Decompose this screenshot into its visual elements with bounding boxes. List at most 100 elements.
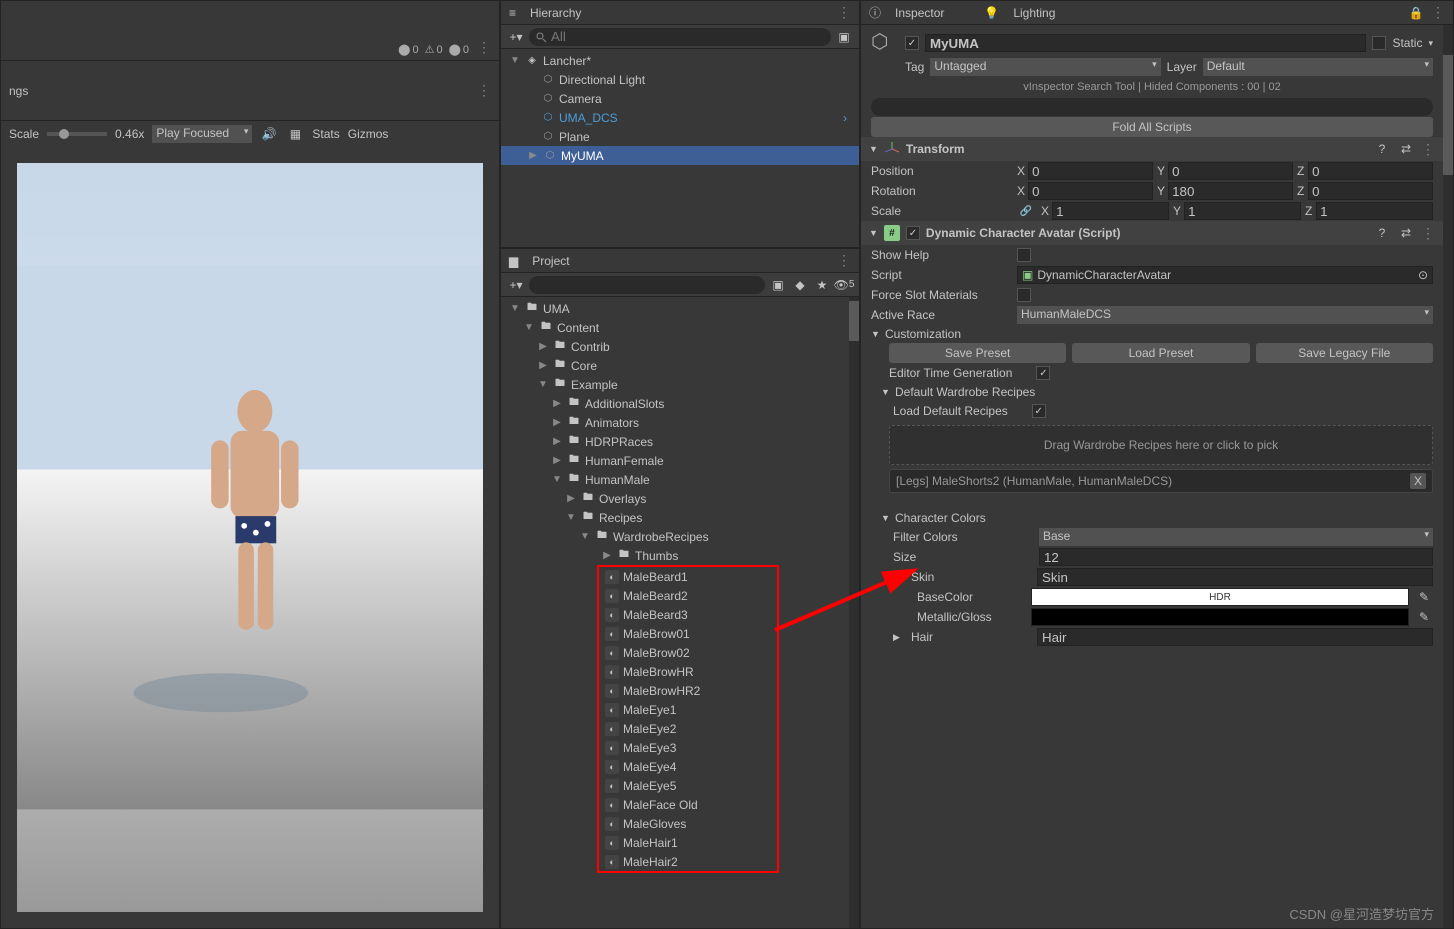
asset-row[interactable]: ◐MaleBrowHR2 (599, 681, 777, 700)
load-preset-button[interactable]: Load Preset (1072, 343, 1249, 363)
folder-row[interactable]: ▶🖿Core (501, 356, 849, 375)
pos-z[interactable] (1308, 162, 1433, 180)
asset-row[interactable]: ◐MaleBeard3 (599, 605, 777, 624)
asset-row[interactable]: ◐MaleEye2 (599, 719, 777, 738)
gizmos-button[interactable]: Gizmos (348, 127, 389, 141)
script-field[interactable]: ▣DynamicCharacterAvatar⊙ (1017, 266, 1433, 284)
project-tab[interactable]: Project (524, 252, 577, 270)
asset-row[interactable]: ◐MaleBrowHR (599, 662, 777, 681)
hair-foldout[interactable]: Hair (911, 630, 1031, 644)
stats-button[interactable]: Stats (312, 127, 339, 141)
hierarchy-search[interactable] (529, 28, 831, 46)
component-enabled-checkbox[interactable] (906, 226, 920, 240)
layer-dropdown[interactable]: Default (1203, 58, 1433, 76)
gameobject-row[interactable]: ⬡ UMA_DCS › (501, 108, 859, 127)
folder-row[interactable]: ▼🖿Recipes (501, 508, 849, 527)
showhelp-checkbox[interactable] (1017, 248, 1031, 262)
effects-icon[interactable]: ▦ (286, 125, 304, 143)
component-menu-icon[interactable]: ⋮ (1421, 225, 1435, 242)
active-checkbox[interactable] (905, 36, 919, 50)
lock-icon[interactable]: 🔒 (1407, 4, 1425, 22)
add-icon[interactable]: +▾ (507, 28, 525, 46)
menu-icon[interactable]: ⋮ (477, 39, 491, 56)
asset-row[interactable]: ◐MaleHair1 (599, 833, 777, 852)
preset-icon[interactable]: ⇄ (1397, 224, 1415, 242)
scl-y[interactable] (1184, 202, 1301, 220)
gameobject-row[interactable]: ⬡ Directional Light (501, 70, 859, 89)
folder-row[interactable]: ▼🖿HumanMale (501, 470, 849, 489)
metallic-swatch[interactable] (1031, 608, 1409, 626)
editortime-checkbox[interactable] (1036, 366, 1050, 380)
folder-row[interactable]: ▶🖿HumanFemale (501, 451, 849, 470)
folder-row[interactable]: ▼🖿Example (501, 375, 849, 394)
folder-row[interactable]: ▼🖿Content (501, 318, 849, 337)
folder-row[interactable]: ▶🖿HDRPRaces (501, 432, 849, 451)
remove-slot-button[interactable]: X (1410, 473, 1426, 489)
folder-row[interactable]: ▶🖿Animators (501, 413, 849, 432)
asset-row[interactable]: ◐MaleEye4 (599, 757, 777, 776)
filter-icon[interactable]: ▣ (769, 276, 787, 294)
component-search[interactable] (871, 98, 1433, 116)
mute-icon[interactable]: 🔊 (260, 125, 278, 143)
inspector-scrollbar[interactable] (1443, 25, 1453, 928)
asset-row[interactable]: ◐MaleEye5 (599, 776, 777, 795)
eyedropper-icon[interactable]: ✎ (1415, 588, 1433, 606)
add-icon[interactable]: +▾ (507, 276, 525, 294)
hidden-icon[interactable]: 👁5 (835, 276, 853, 294)
scale-slider[interactable] (47, 132, 107, 136)
asset-row[interactable]: ◐MaleBrow02 (599, 643, 777, 662)
save-icon[interactable]: ★ (813, 276, 831, 294)
folder-row[interactable]: ▶🖿Overlays (501, 489, 849, 508)
game-view[interactable] (17, 163, 483, 912)
skin-foldout[interactable]: Skin (911, 570, 1031, 584)
filtercolors-dropdown[interactable]: Base (1039, 528, 1433, 546)
hair-name-field[interactable] (1037, 628, 1433, 646)
scl-z[interactable] (1316, 202, 1433, 220)
lighting-tab[interactable]: Lighting (1005, 4, 1063, 22)
skin-name-field[interactable] (1037, 568, 1433, 586)
folder-row[interactable]: ▶🖿Contrib (501, 337, 849, 356)
scl-x[interactable] (1052, 202, 1169, 220)
scene-row[interactable]: ▼ ◈ Lancher* (501, 51, 859, 70)
folder-row[interactable]: ▼🖿WardrobeRecipes (501, 527, 849, 546)
asset-row[interactable]: ◐MaleEye1 (599, 700, 777, 719)
size-field[interactable] (1039, 548, 1433, 566)
pos-y[interactable] (1168, 162, 1293, 180)
preset-icon[interactable]: ⇄ (1397, 140, 1415, 158)
asset-row[interactable]: ◐MaleFace Old (599, 795, 777, 814)
asset-row[interactable]: ◐MaleEye3 (599, 738, 777, 757)
tag-dropdown[interactable]: Untagged (930, 58, 1160, 76)
wardrobe-slot-item[interactable]: [Legs] MaleShorts2 (HumanMale, HumanMale… (889, 469, 1433, 493)
scene-picker-icon[interactable]: ▣ (835, 28, 853, 46)
component-menu-icon[interactable]: ⋮ (1421, 141, 1435, 158)
gameobject-row[interactable]: ⬡ Camera (501, 89, 859, 108)
filter-type-icon[interactable]: ◆ (791, 276, 809, 294)
rot-z[interactable] (1308, 182, 1433, 200)
link-icon[interactable]: 🔗 (1017, 202, 1035, 220)
asset-row[interactable]: ◐MaleHair2 (599, 852, 777, 871)
hierarchy-tab[interactable]: Hierarchy (522, 4, 589, 22)
asset-row[interactable]: ◐MaleBrow01 (599, 624, 777, 643)
rot-x[interactable] (1028, 182, 1153, 200)
folder-row[interactable]: ▶🖿AdditionalSlots (501, 394, 849, 413)
gameobject-row[interactable]: ⬡ Plane (501, 127, 859, 146)
static-checkbox[interactable] (1372, 36, 1386, 50)
gameobject-row[interactable]: ▶ ⬡ MyUMA (501, 146, 859, 165)
folder-row[interactable]: ▶🖿Thumbs (501, 546, 849, 565)
help-icon[interactable]: ? (1373, 140, 1391, 158)
rot-y[interactable] (1168, 182, 1293, 200)
asset-row[interactable]: ◐MaleBeard1 (599, 567, 777, 586)
menu-icon[interactable]: ⋮ (837, 4, 851, 21)
folder-row[interactable]: ▼🖿UMA (501, 299, 849, 318)
help-icon[interactable]: ? (1373, 224, 1391, 242)
pos-x[interactable] (1028, 162, 1153, 180)
basecolor-swatch[interactable]: HDR (1031, 588, 1409, 606)
play-mode-dropdown[interactable]: Play Focused (152, 125, 252, 143)
customization-foldout[interactable]: Customization (885, 327, 961, 341)
wardrobe-dropzone[interactable]: Drag Wardrobe Recipes here or click to p… (889, 425, 1433, 465)
project-scrollbar[interactable] (849, 297, 859, 928)
menu-icon[interactable]: ⋮ (477, 82, 491, 99)
forceslot-checkbox[interactable] (1017, 288, 1031, 302)
fold-all-button[interactable]: Fold All Scripts (871, 117, 1433, 137)
loaddefault-checkbox[interactable] (1032, 404, 1046, 418)
